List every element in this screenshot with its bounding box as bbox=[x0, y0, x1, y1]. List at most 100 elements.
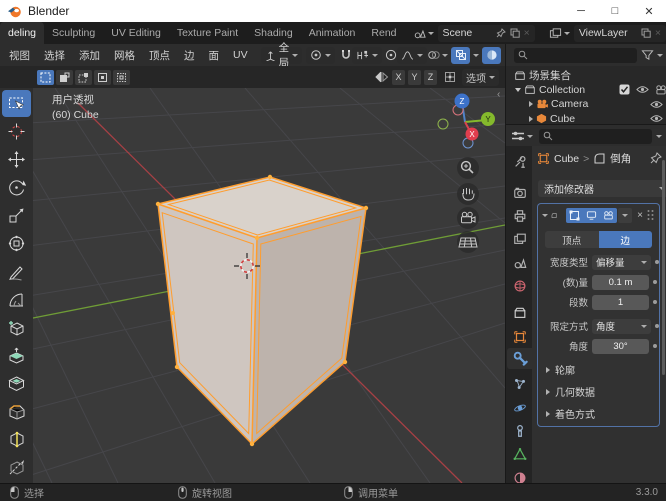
select-mode-intersect[interactable] bbox=[113, 69, 130, 85]
tab-object-data[interactable] bbox=[507, 443, 533, 464]
proportional-editing-toggle[interactable] bbox=[385, 47, 397, 64]
tab-constraints[interactable] bbox=[507, 420, 533, 441]
outliner-row-cube[interactable]: Cube bbox=[506, 112, 666, 124]
copy-icon[interactable] bbox=[510, 28, 520, 38]
expand-down-icon[interactable] bbox=[515, 87, 521, 92]
mirror-z-toggle[interactable]: Z bbox=[424, 69, 437, 85]
outliner-row-camera[interactable]: Camera bbox=[506, 97, 666, 111]
select-mode-subtract[interactable] bbox=[75, 69, 92, 85]
animate-dot[interactable] bbox=[653, 344, 657, 348]
tab-tool[interactable] bbox=[507, 151, 533, 172]
properties-scrollbar[interactable] bbox=[662, 160, 665, 375]
tab-collection[interactable] bbox=[507, 302, 533, 323]
drag-handle[interactable] bbox=[646, 209, 655, 221]
section-profile[interactable]: 轮廓 bbox=[546, 362, 575, 377]
section-geometry[interactable]: 几何数据 bbox=[546, 384, 595, 399]
remove-icon[interactable]: × bbox=[655, 27, 661, 39]
xray-dropdown-caret[interactable] bbox=[473, 53, 480, 57]
viewport-3d[interactable]: Z Y X ‹ 用户透视 (60) Cube bbox=[0, 88, 505, 483]
tool-snap-icon[interactable] bbox=[440, 69, 459, 86]
mirror-x-toggle[interactable]: X bbox=[392, 69, 405, 85]
animate-dot[interactable] bbox=[653, 300, 657, 304]
tool-loop-cut[interactable] bbox=[2, 426, 31, 453]
limit-method-dropdown[interactable]: 角度 bbox=[592, 318, 651, 334]
tab-render[interactable] bbox=[507, 182, 533, 203]
tool-cursor[interactable] bbox=[2, 118, 31, 145]
tab-object[interactable] bbox=[507, 326, 533, 347]
tool-inset-faces[interactable] bbox=[2, 370, 31, 397]
unlink-icon[interactable]: × bbox=[524, 27, 530, 39]
workspace-tab-rendering[interactable]: Rend bbox=[363, 22, 404, 44]
snap-toggle[interactable] bbox=[340, 47, 352, 64]
minimize-button[interactable]: ─ bbox=[564, 0, 598, 22]
pivot-point-dropdown[interactable] bbox=[306, 46, 336, 64]
toggle-realtime-display[interactable] bbox=[583, 207, 601, 223]
workspace-tab-modeling[interactable]: deling bbox=[0, 22, 45, 44]
menu-view[interactable]: 视图 bbox=[2, 48, 37, 63]
close-button[interactable]: ✕ bbox=[632, 0, 666, 22]
select-mode-extend[interactable] bbox=[56, 69, 73, 85]
shading-solid-toggle[interactable] bbox=[482, 46, 502, 64]
camera-view-button[interactable] bbox=[457, 207, 479, 229]
show-overlays-dropdown[interactable] bbox=[427, 49, 449, 61]
outliner-filter-caret[interactable] bbox=[657, 53, 663, 57]
pin-icon[interactable] bbox=[650, 152, 662, 164]
angle-field[interactable]: 30° bbox=[592, 338, 649, 354]
tool-extrude-region[interactable] bbox=[2, 342, 31, 369]
eye-icon[interactable] bbox=[636, 85, 649, 94]
checkbox-icon[interactable] bbox=[619, 84, 630, 95]
menu-select[interactable]: 选择 bbox=[37, 48, 72, 63]
scene-datablock-icon[interactable] bbox=[413, 27, 434, 40]
panel-expand-caret[interactable] bbox=[542, 213, 548, 217]
mirror-y-toggle[interactable]: Y bbox=[408, 69, 421, 85]
segments-field[interactable]: 1 bbox=[592, 294, 649, 310]
workspace-tab-animation[interactable]: Animation bbox=[301, 22, 364, 44]
copy-icon[interactable] bbox=[641, 28, 651, 38]
outliner-row-scene-collection[interactable]: 场景集合 bbox=[506, 68, 666, 82]
tool-select-box[interactable] bbox=[2, 90, 31, 117]
tab-modifiers[interactable] bbox=[507, 348, 533, 369]
animate-dot[interactable] bbox=[655, 324, 659, 328]
maximize-button[interactable]: □ bbox=[598, 0, 632, 22]
eye-icon[interactable] bbox=[650, 114, 663, 123]
falloff-dropdown[interactable] bbox=[397, 46, 428, 64]
tool-transform[interactable] bbox=[2, 230, 31, 257]
menu-vertex[interactable]: 顶点 bbox=[142, 48, 177, 63]
cube-mesh[interactable] bbox=[155, 174, 369, 447]
breadcrumb-modifier[interactable]: 倒角 bbox=[610, 151, 631, 166]
tool-annotate[interactable] bbox=[2, 258, 31, 285]
tool-add-cube[interactable] bbox=[2, 314, 31, 341]
toggle-render-display[interactable] bbox=[600, 207, 618, 223]
animate-dot[interactable] bbox=[655, 260, 659, 264]
expand-right-icon[interactable] bbox=[529, 115, 533, 122]
tab-world[interactable] bbox=[507, 275, 533, 296]
viewport-canvas[interactable]: Z Y X ‹ bbox=[0, 88, 505, 483]
tab-vertices[interactable]: 顶点 bbox=[545, 231, 599, 248]
pan-button[interactable] bbox=[457, 183, 479, 205]
tool-move[interactable] bbox=[2, 146, 31, 173]
breadcrumb-object[interactable]: Cube bbox=[554, 153, 579, 165]
tool-options-dropdown[interactable]: 选项 bbox=[462, 68, 499, 86]
animate-dot[interactable] bbox=[653, 280, 657, 284]
workspace-tab-shading[interactable]: Shading bbox=[246, 22, 301, 44]
sidebar-toggle-icon[interactable]: ‹ bbox=[497, 89, 500, 100]
tab-physics[interactable] bbox=[507, 397, 533, 418]
editor-type-button[interactable] bbox=[511, 130, 533, 142]
tool-rotate[interactable] bbox=[2, 174, 31, 201]
menu-uv[interactable]: UV bbox=[226, 49, 255, 61]
tab-view-layer[interactable] bbox=[507, 228, 533, 249]
outliner-filter-button[interactable] bbox=[641, 49, 654, 61]
view-layer-icon[interactable] bbox=[549, 27, 570, 40]
select-mode-invert[interactable] bbox=[94, 69, 111, 85]
workspace-tab-uv-editing[interactable]: UV Editing bbox=[103, 22, 169, 44]
xray-toggle[interactable] bbox=[451, 46, 471, 64]
scene-selector[interactable]: Scene × bbox=[437, 24, 535, 42]
toggle-edit-mode-display[interactable] bbox=[566, 207, 584, 223]
modifier-extras-dropdown[interactable] bbox=[618, 207, 633, 223]
camera-restrict-icon[interactable] bbox=[655, 84, 666, 95]
tab-particles[interactable] bbox=[507, 373, 533, 394]
section-shading[interactable]: 着色方式 bbox=[546, 406, 595, 421]
navigation-gizmo[interactable]: Z Y X bbox=[437, 93, 495, 149]
delete-modifier-button[interactable]: × bbox=[637, 210, 643, 221]
tab-scene[interactable] bbox=[507, 252, 533, 273]
